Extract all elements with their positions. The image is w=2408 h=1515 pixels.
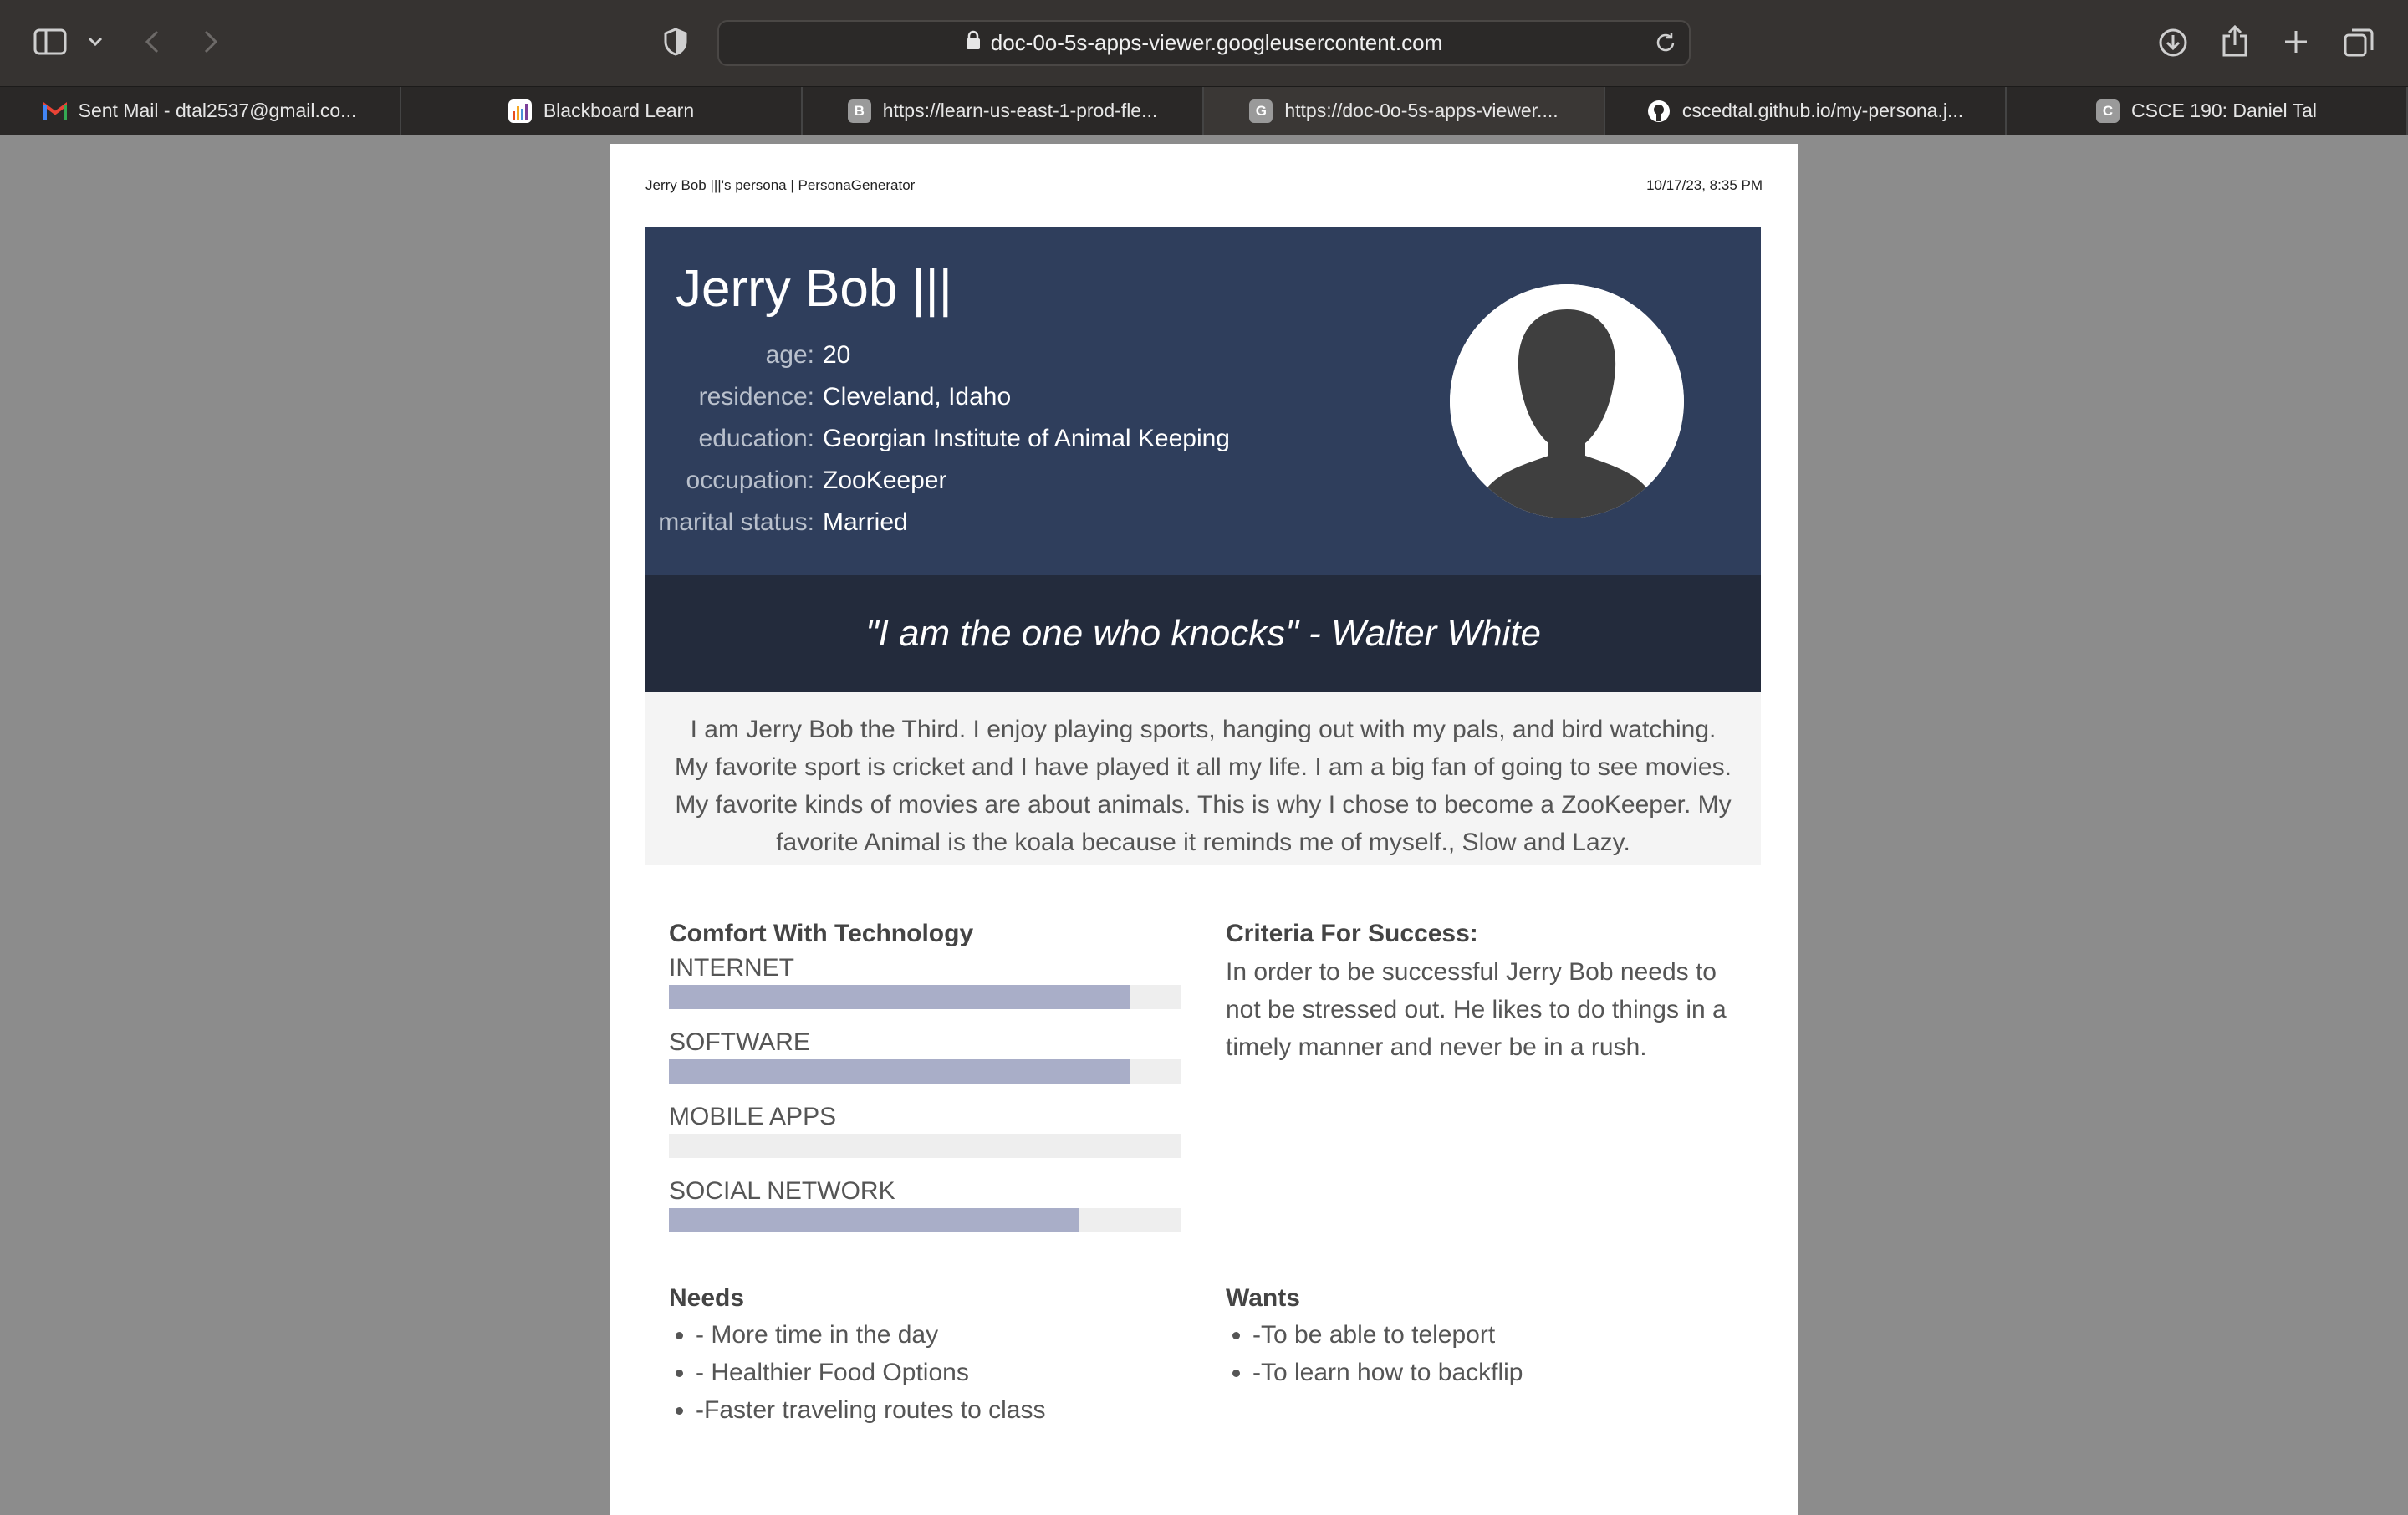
skill-bar — [669, 1134, 1181, 1158]
list-item: -To be able to teleport — [1252, 1316, 1739, 1354]
privacy-shield-icon[interactable] — [661, 27, 691, 57]
fact-value: Georgian Institute of Animal Keeping — [823, 425, 1230, 452]
fact-value: 20 — [823, 341, 851, 369]
print-header: Jerry Bob |||'s persona | PersonaGenerat… — [645, 177, 1763, 197]
tab-blackboard[interactable]: Blackboard Learn — [401, 87, 803, 135]
tab-gmail[interactable]: Sent Mail - dtal2537@gmail.co... — [0, 87, 401, 135]
lock-icon — [966, 30, 981, 56]
fact-label: marital status: — [658, 508, 814, 536]
fact-education: education: Georgian Institute of Animal … — [645, 418, 1398, 460]
skill-bar-fill — [669, 985, 1130, 1009]
list-item: - More time in the day — [696, 1316, 1182, 1354]
wants-list: -To be able to teleport -To learn how to… — [1226, 1316, 1739, 1391]
tab-learn[interactable]: B https://learn-us-east-1-prod-fle... — [803, 87, 1204, 135]
tab-overview-icon[interactable] — [2343, 27, 2375, 59]
skill-bar-fill — [669, 1208, 1079, 1232]
skill-name: SOFTWARE — [669, 1028, 810, 1056]
github-icon — [1647, 99, 1671, 123]
fact-label: residence: — [698, 383, 814, 411]
list-item: -Faster traveling routes to class — [696, 1391, 1182, 1429]
share-icon[interactable] — [2219, 23, 2251, 59]
sidebar-toggle-icon[interactable] — [33, 27, 67, 57]
fact-label: education: — [698, 425, 814, 452]
skill-name: MOBILE APPS — [669, 1103, 837, 1130]
blackboard-icon — [508, 99, 532, 123]
gmail-icon — [43, 99, 67, 123]
letter-c-icon: C — [2095, 99, 2120, 123]
avatar — [1450, 284, 1684, 518]
letter-g-icon: G — [1249, 99, 1273, 123]
needs-section: Needs - More time in the day - Healthier… — [669, 1284, 1182, 1429]
tab-label: Sent Mail - dtal2537@gmail.co... — [78, 99, 357, 121]
fact-label: occupation: — [686, 467, 814, 494]
fact-value: Cleveland, Idaho — [823, 383, 1012, 411]
skill-mobile-apps: MOBILE APPS — [669, 1100, 1182, 1158]
fact-label: age: — [765, 341, 814, 369]
tab-label: https://doc-0o-5s-apps-viewer.... — [1284, 99, 1559, 121]
fact-residence: residence: Cleveland, Idaho — [645, 376, 1398, 418]
skill-name: INTERNET — [669, 954, 794, 982]
skill-bar — [669, 985, 1181, 1009]
needs-list: - More time in the day - Healthier Food … — [669, 1316, 1182, 1429]
persona-hero: Jerry Bob ||| age: 20 residence: Clevela… — [645, 227, 1761, 575]
fact-value: ZooKeeper — [823, 467, 947, 494]
print-header-title: Jerry Bob |||'s persona | PersonaGenerat… — [645, 177, 916, 193]
tab-label: Blackboard Learn — [543, 99, 695, 121]
print-header-date: 10/17/23, 8:35 PM — [1646, 177, 1763, 193]
downloads-icon[interactable] — [2157, 27, 2189, 59]
person-silhouette-icon — [1450, 284, 1684, 518]
back-icon[interactable] — [140, 27, 164, 57]
reload-icon[interactable] — [1654, 31, 1677, 60]
wants-title: Wants — [1226, 1284, 1300, 1312]
technology-title: Comfort With Technology — [669, 920, 974, 947]
persona-name: Jerry Bob ||| — [676, 260, 952, 318]
skill-name: SOCIAL NETWORK — [669, 1177, 895, 1205]
browser-toolbar: doc-0o-5s-apps-viewer.googleusercontent.… — [0, 0, 2408, 86]
skill-internet: INTERNET — [669, 951, 1182, 1009]
chevron-down-icon[interactable] — [85, 32, 105, 52]
skill-bar — [669, 1059, 1181, 1084]
criteria-title: Criteria For Success: — [1226, 920, 1478, 947]
wants-section: Wants -To be able to teleport -To learn … — [1226, 1284, 1739, 1391]
tab-csce190[interactable]: C CSCE 190: Daniel Tal — [2007, 87, 2408, 135]
list-item: -To learn how to backflip — [1252, 1354, 1739, 1391]
forward-icon[interactable] — [199, 27, 222, 57]
list-item: - Healthier Food Options — [696, 1354, 1182, 1391]
skill-software: SOFTWARE — [669, 1026, 1182, 1084]
tab-label: CSCE 190: Daniel Tal — [2130, 99, 2318, 121]
tab-github[interactable]: cscedtal.github.io/my-persona.j... — [1605, 87, 2007, 135]
skill-social-network: SOCIAL NETWORK — [669, 1175, 1182, 1232]
document-page: Jerry Bob |||'s persona | PersonaGenerat… — [610, 144, 1798, 1515]
tab-doc-viewer[interactable]: G https://doc-0o-5s-apps-viewer.... — [1204, 87, 1605, 135]
skill-bar-fill — [669, 1059, 1130, 1084]
address-url: doc-0o-5s-apps-viewer.googleusercontent.… — [990, 30, 1443, 55]
persona-facts: age: 20 residence: Cleveland, Idaho educ… — [645, 334, 1398, 543]
tab-label: cscedtal.github.io/my-persona.j... — [1681, 99, 1964, 121]
skill-bar — [669, 1208, 1181, 1232]
fact-value: Married — [823, 508, 908, 536]
technology-section: Comfort With Technology INTERNET SOFTWAR… — [669, 920, 1182, 1249]
persona-quote: "I am the one who knocks" - Walter White — [645, 575, 1761, 692]
criteria-text: In order to be successful Jerry Bob need… — [1226, 958, 1727, 1061]
fact-occupation: occupation: ZooKeeper — [645, 460, 1398, 502]
needs-title: Needs — [669, 1284, 745, 1312]
address-bar[interactable]: doc-0o-5s-apps-viewer.googleusercontent.… — [717, 20, 1691, 66]
fact-age: age: 20 — [645, 334, 1398, 376]
letter-b-icon: B — [847, 99, 871, 123]
criteria-section: Criteria For Success: In order to be suc… — [1226, 920, 1744, 1066]
new-tab-icon[interactable] — [2281, 27, 2311, 57]
tab-bar: Sent Mail - dtal2537@gmail.co... Blackbo… — [0, 86, 2408, 135]
fact-marital-status: marital status: Married — [645, 502, 1398, 543]
persona-bio: I am Jerry Bob the Third. I enjoy playin… — [645, 692, 1761, 865]
tab-label: https://learn-us-east-1-prod-fle... — [882, 99, 1158, 121]
